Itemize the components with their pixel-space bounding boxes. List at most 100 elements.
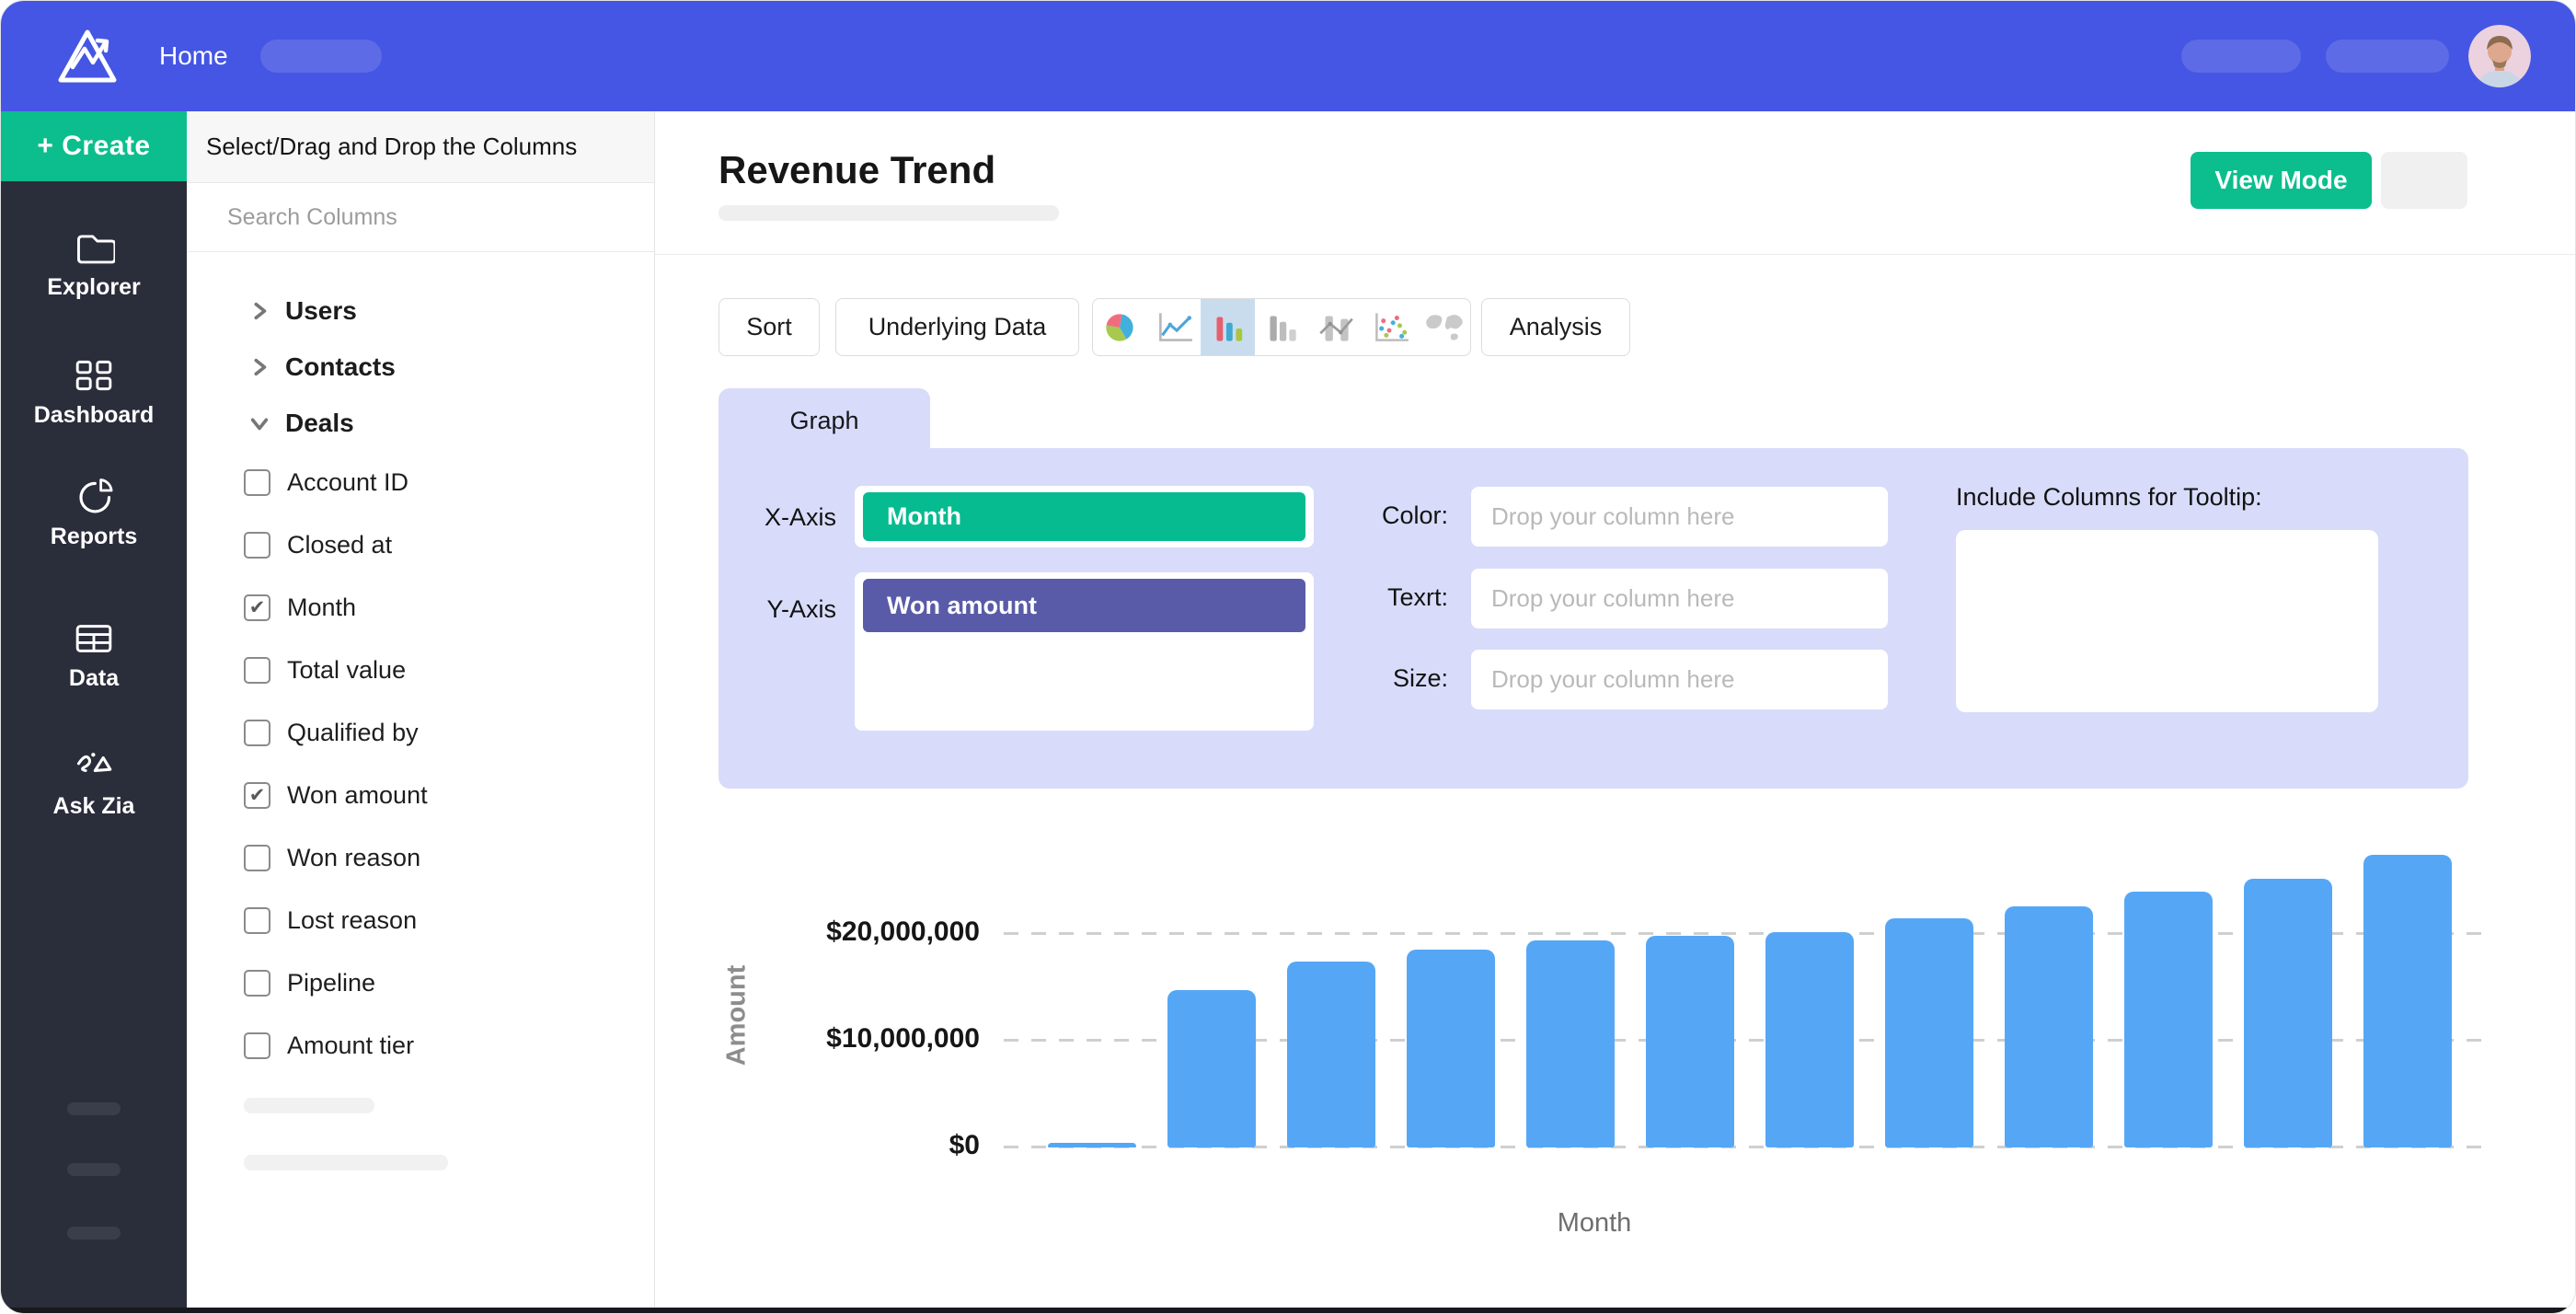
- bar-chart: Amount Month $0$10,000,000$20,000,000: [655, 811, 2575, 1308]
- column-field-row[interactable]: Won reason: [187, 826, 654, 889]
- y-tick-label: $10,000,000: [729, 1023, 980, 1055]
- sidebar-item-explorer[interactable]: Explorer: [1, 213, 187, 316]
- field-checkbox[interactable]: [244, 907, 270, 934]
- tree-group-deals[interactable]: Deals: [187, 398, 654, 449]
- field-checkbox[interactable]: [244, 657, 270, 684]
- chart-type-line[interactable]: [1147, 299, 1202, 355]
- tree-group-users[interactable]: Users: [187, 285, 654, 337]
- field-checkbox[interactable]: [244, 594, 270, 621]
- sidebar-item-label: Reports: [51, 524, 137, 550]
- chart-type-scatter[interactable]: [1363, 299, 1417, 355]
- topbar-placeholder-action-1: [2181, 40, 2301, 73]
- combo-chart-icon: [1315, 308, 1357, 347]
- color-row-label: Color:: [1310, 501, 1448, 530]
- field-label: Total value: [287, 656, 406, 685]
- field-label: Won amount: [287, 781, 428, 810]
- field-label: Won reason: [287, 844, 420, 872]
- chart-type-bar[interactable]: [1201, 299, 1255, 355]
- field-checkbox[interactable]: [244, 469, 270, 496]
- header-placeholder-button[interactable]: [2381, 152, 2467, 209]
- tooltip-columns-dropzone[interactable]: [1956, 530, 2378, 712]
- bar-chart-icon: [1206, 308, 1248, 347]
- x-axis-title: Month: [1502, 1208, 1686, 1239]
- chart-type-pie[interactable]: [1093, 299, 1147, 355]
- column-field-row[interactable]: Account ID: [187, 451, 654, 513]
- search-columns-input[interactable]: [227, 204, 654, 231]
- field-checkbox[interactable]: [244, 532, 270, 559]
- column-field-row[interactable]: Won amount: [187, 764, 654, 826]
- analysis-button[interactable]: Analysis: [1481, 298, 1630, 356]
- bar-month-6[interactable]: [1646, 936, 1734, 1147]
- table-icon: [73, 619, 115, 658]
- grid-icon: [73, 356, 115, 395]
- column-field-row[interactable]: Amount tier: [187, 1014, 654, 1077]
- column-field-row[interactable]: Pipeline: [187, 951, 654, 1014]
- sidebar-placeholder-3: [67, 1227, 121, 1239]
- bar-month-4[interactable]: [1407, 950, 1495, 1147]
- chart-type-column[interactable]: [1255, 299, 1309, 355]
- sidebar-item-label: Data: [69, 665, 119, 692]
- bar-month-7[interactable]: [1765, 932, 1854, 1147]
- bar-month-5[interactable]: [1526, 940, 1615, 1147]
- color-dropzone[interactable]: Drop your column here: [1471, 487, 1888, 547]
- chevron-right-icon: [249, 357, 270, 377]
- field-label: Account ID: [287, 468, 408, 497]
- column-placeholder-2: [244, 1155, 448, 1170]
- topbar-placeholder-action-2: [2326, 40, 2449, 73]
- underlying-data-button[interactable]: Underlying Data: [835, 298, 1079, 356]
- bar-month-11[interactable]: [2244, 879, 2332, 1147]
- top-navigation-bar: Home: [1, 1, 2576, 111]
- field-checkbox[interactable]: [244, 970, 270, 997]
- create-button[interactable]: + Create: [1, 111, 187, 181]
- field-checkbox[interactable]: [244, 720, 270, 746]
- bar-month-3[interactable]: [1287, 962, 1375, 1147]
- sort-button[interactable]: Sort: [719, 298, 820, 356]
- tree-group-label: Users: [285, 296, 357, 326]
- bar-month-8[interactable]: [1885, 918, 1973, 1147]
- chart-type-switcher: [1092, 298, 1471, 356]
- sidebar-item-dashboard[interactable]: Dashboard: [1, 340, 187, 444]
- tree-group-contacts[interactable]: Contacts: [187, 341, 654, 393]
- field-label: Closed at: [287, 531, 392, 559]
- window-bottom-edge: [1, 1308, 2575, 1313]
- bar-month-10[interactable]: [2124, 892, 2213, 1147]
- y-axis-column-pill[interactable]: Won amount: [863, 579, 1305, 632]
- sidebar-item-reports[interactable]: Reports: [1, 462, 187, 565]
- sidebar-item-label: Dashboard: [34, 402, 155, 429]
- y-axis-dropzone[interactable]: Won amount: [855, 572, 1314, 731]
- y-tick-label: $20,000,000: [729, 916, 980, 948]
- column-field-row[interactable]: Month: [187, 576, 654, 639]
- bar-month-2[interactable]: [1167, 990, 1256, 1147]
- tab-graph[interactable]: Graph: [719, 388, 930, 453]
- tooltip-columns-heading: Include Columns for Tooltip:: [1956, 483, 2262, 512]
- field-label: Qualified by: [287, 719, 419, 747]
- analytics-logo-icon[interactable]: [52, 21, 122, 91]
- x-axis-dropzone[interactable]: Month: [855, 486, 1314, 548]
- map-chart-icon: [1422, 308, 1465, 347]
- bar-month-9[interactable]: [2005, 906, 2093, 1147]
- chart-type-combo[interactable]: [1308, 299, 1363, 355]
- chart-type-map[interactable]: [1416, 299, 1470, 355]
- column-field-row[interactable]: Lost reason: [187, 889, 654, 951]
- view-mode-button[interactable]: View Mode: [2191, 152, 2372, 209]
- size-dropzone[interactable]: Drop your column here: [1471, 650, 1888, 709]
- topbar-placeholder-tab: [260, 40, 382, 73]
- x-axis-column-pill[interactable]: Month: [863, 492, 1305, 541]
- bar-month-1[interactable]: [1048, 1143, 1136, 1147]
- header-divider: [655, 254, 2575, 255]
- bar-month-12[interactable]: [2363, 855, 2452, 1147]
- text-dropzone[interactable]: Drop your column here: [1471, 569, 1888, 628]
- y-tick-label: $0: [729, 1130, 980, 1161]
- tab-home[interactable]: Home: [159, 1, 228, 111]
- field-checkbox[interactable]: [244, 782, 270, 809]
- column-field-row[interactable]: Qualified by: [187, 701, 654, 764]
- field-label: Lost reason: [287, 906, 417, 935]
- sidebar-item-data[interactable]: Data: [1, 604, 187, 707]
- columns-search[interactable]: [187, 183, 654, 252]
- sidebar-item-ask-zia[interactable]: Ask Zia: [1, 732, 187, 835]
- user-avatar[interactable]: [2468, 25, 2531, 87]
- column-field-row[interactable]: Total value: [187, 639, 654, 701]
- field-checkbox[interactable]: [244, 845, 270, 871]
- column-field-row[interactable]: Closed at: [187, 513, 654, 576]
- field-checkbox[interactable]: [244, 1032, 270, 1059]
